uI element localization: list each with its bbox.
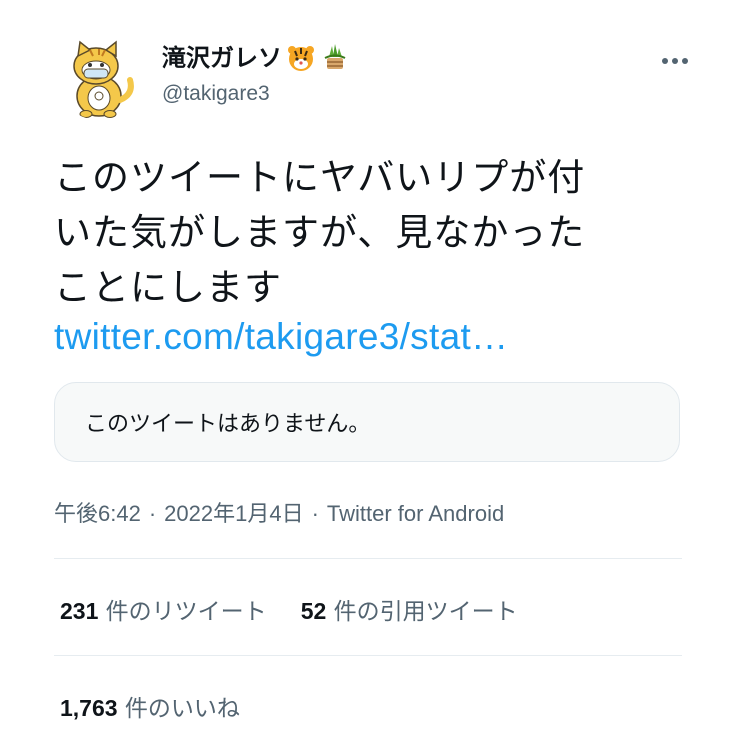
unavailable-message: このツイートはありません。 (85, 412, 371, 437)
retweets-count: 231 (60, 598, 99, 624)
tweet-header: 滝沢ガレソ @takigare3 (56, 34, 695, 124)
display-name-text: 滝沢ガレソ (162, 44, 282, 72)
tweet-metadata: 午後6:42 · 2022年1月4日 · Twitter for Android (54, 496, 504, 528)
more-dots-icon (662, 58, 688, 64)
tweet-text-line: このツイートにヤバいリプが付 (54, 156, 586, 199)
tweet-link[interactable]: twitter.com/takigare3/stat… (54, 312, 508, 362)
tweet-text-line: いた気がしますが、見なかった (54, 211, 586, 254)
quote-tweets-stat[interactable]: 52 件の引用ツイート (301, 592, 518, 626)
author-display-name[interactable]: 滝沢ガレソ (162, 42, 350, 74)
quoted-tweet-unavailable: このツイートはありません。 (54, 382, 680, 462)
quotes-count: 52 (300, 598, 327, 624)
retweets-label: 件のリツイート (98, 599, 267, 625)
divider (54, 655, 682, 656)
divider (54, 558, 682, 559)
likes-count: 1,763 (60, 695, 118, 721)
tweet-time[interactable]: 午後6:42 (54, 501, 141, 526)
cat-avatar-illustration (56, 34, 142, 120)
likes-stat[interactable]: 1,763 件のいいね (60, 689, 240, 723)
author-names: 滝沢ガレソ @takigare3 (162, 42, 350, 106)
separator-dot: · (311, 501, 319, 526)
retweets-stat[interactable]: 231 件のリツイート (60, 592, 267, 626)
tweet-source[interactable]: Twitter for Android (327, 501, 504, 526)
separator-dot: · (148, 501, 157, 526)
tweet-text-line: ことにします (54, 266, 282, 309)
avatar[interactable] (56, 34, 142, 120)
kadomatsu-emoji-icon (320, 43, 350, 73)
author-handle[interactable]: @takigare3 (162, 82, 350, 106)
tweet-date[interactable]: 2022年1月4日 (164, 501, 303, 526)
tweet-text: このツイートにヤバいリプが付 いた気がしますが、見なかった ことにします (54, 150, 674, 315)
likes-stats: 1,763 件のいいね (60, 689, 274, 723)
more-options-button[interactable] (655, 48, 695, 74)
quotes-label: 件の引用ツイート (326, 599, 518, 625)
engagement-stats: 231 件のリツイート 52 件の引用ツイート (60, 592, 552, 626)
tiger-face-emoji-icon (286, 43, 316, 73)
likes-label: 件のいいね (117, 696, 240, 722)
